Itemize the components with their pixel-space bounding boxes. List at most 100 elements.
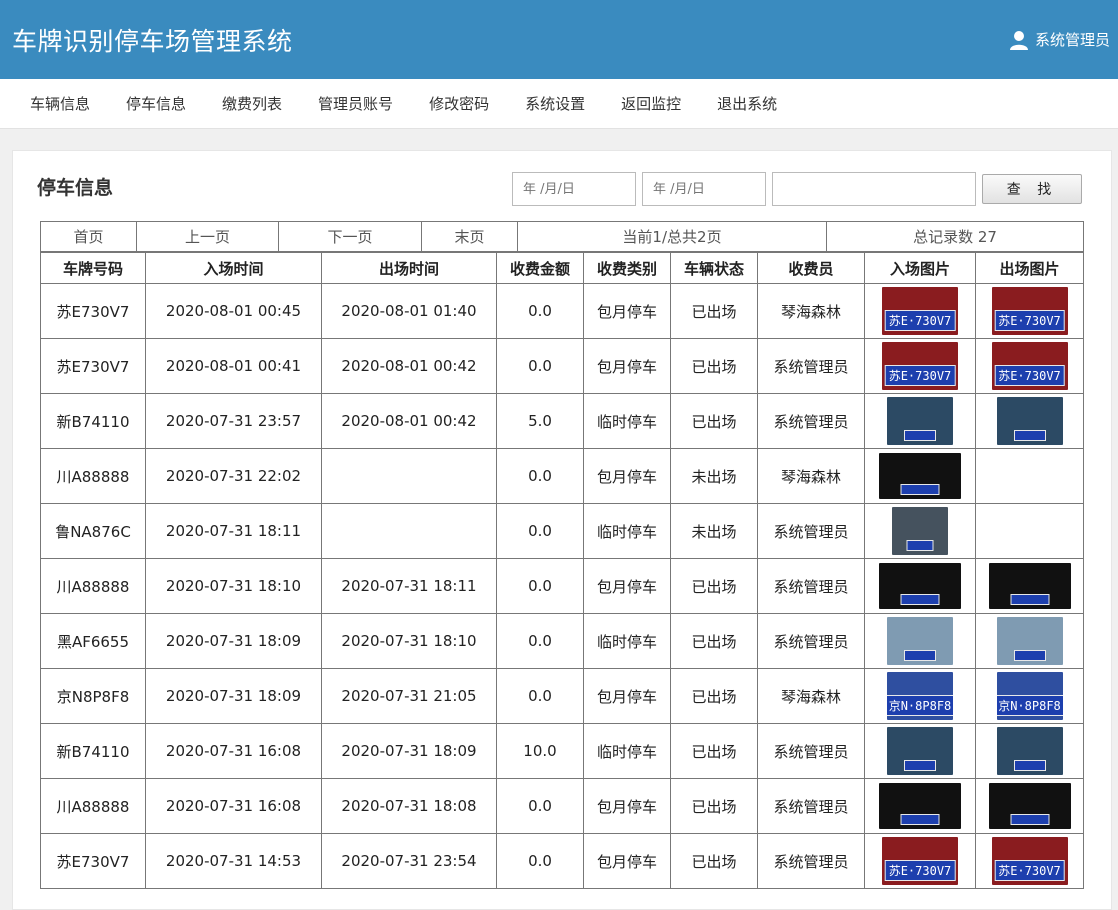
vehicle-photo[interactable]: 京N·8P8F8 [996,672,1063,720]
pager-last[interactable]: 末页 [421,221,518,252]
nav-item-password[interactable]: 修改密码 [429,93,489,114]
keyword-input[interactable] [772,172,976,206]
cell-plate: 川A88888 [40,448,146,504]
cell-fee: 5.0 [496,393,584,449]
nav-item-vehicle[interactable]: 车辆信息 [30,93,90,114]
plate-in-photo: 苏E·730V7 [994,310,1065,331]
cell-fee-type: 临时停车 [583,613,671,669]
cell-out-time: 2020-08-01 01:40 [321,283,497,339]
cell-plate: 新B74110 [40,393,146,449]
plate-in-photo [1013,760,1046,771]
cell-fee: 0.0 [496,833,584,889]
cell-out-time: 2020-07-31 18:09 [321,723,497,779]
cell-out-time: 2020-07-31 18:10 [321,613,497,669]
vehicle-photo[interactable] [988,563,1071,609]
cell-fee: 0.0 [496,558,584,614]
cell-out-image [975,558,1084,614]
cell-out-image: 苏E·730V7 [975,833,1084,889]
vehicle-photo[interactable] [892,507,948,555]
col-in-image: 入场图片 [864,252,976,284]
end-date-input[interactable] [642,172,766,206]
cell-in-time: 2020-07-31 18:11 [145,503,322,559]
vehicle-photo[interactable] [887,727,953,775]
vehicle-photo[interactable] [879,783,961,829]
vehicle-photo[interactable] [887,617,953,665]
start-date-input[interactable] [512,172,636,206]
cell-in-image [864,558,976,614]
cell-plate: 川A88888 [40,778,146,834]
vehicle-photo[interactable] [879,563,961,609]
cell-status: 已出场 [670,668,758,724]
cell-fee-type: 包月停车 [583,833,671,889]
cell-operator: 系统管理员 [757,503,865,559]
plate-in-photo [900,484,940,495]
vehicle-photo[interactable] [996,617,1063,665]
nav-item-settings[interactable]: 系统设置 [525,93,585,114]
cell-operator: 系统管理员 [757,613,865,669]
table-row: 新B74110 2020-07-31 16:08 2020-07-31 18:09 1… [40,723,1084,779]
nav-item-parking[interactable]: 停车信息 [126,93,186,114]
cell-in-image: 苏E·730V7 [864,833,976,889]
nav-item-monitor[interactable]: 返回监控 [621,93,681,114]
vehicle-photo[interactable]: 苏E·730V7 [991,287,1068,335]
cell-out-image: 京N·8P8F8 [975,668,1084,724]
cell-operator: 琴海森林 [757,668,865,724]
cell-out-time: 2020-08-01 00:42 [321,393,497,449]
vehicle-photo[interactable]: 苏E·730V7 [882,837,958,885]
cell-in-image [864,393,976,449]
vehicle-photo[interactable]: 苏E·730V7 [882,342,958,390]
search-button[interactable]: 查 找 [982,174,1082,204]
cell-status: 已出场 [670,558,758,614]
pager-prev[interactable]: 上一页 [136,221,279,252]
pager-next[interactable]: 下一页 [278,221,422,252]
col-status: 车辆状态 [670,252,758,284]
nav-item-payment[interactable]: 缴费列表 [222,93,282,114]
vehicle-photo[interactable] [996,397,1063,445]
cell-out-image [975,778,1084,834]
vehicle-photo[interactable] [879,453,961,499]
vehicle-photo[interactable] [988,783,1071,829]
vehicle-photo[interactable]: 苏E·730V7 [991,342,1068,390]
pager-first[interactable]: 首页 [40,221,137,252]
cell-operator: 琴海森林 [757,448,865,504]
vehicle-photo[interactable] [887,397,953,445]
plate-in-photo [904,760,936,771]
cell-out-image: 苏E·730V7 [975,283,1084,339]
pager-page-info: 当前1/总共2页 [517,221,827,252]
cell-fee-type: 临时停车 [583,503,671,559]
cell-in-image: 京N·8P8F8 [864,668,976,724]
plate-in-photo: 京N·8P8F8 [996,695,1063,716]
cell-fee-type: 包月停车 [583,778,671,834]
col-out-time: 出场时间 [321,252,497,284]
cell-fee-type: 包月停车 [583,668,671,724]
nav-item-admin[interactable]: 管理员账号 [318,93,393,114]
vehicle-photo[interactable]: 苏E·730V7 [882,287,958,335]
vehicle-photo[interactable]: 苏E·730V7 [991,837,1068,885]
main-nav: 车辆信息 停车信息 缴费列表 管理员账号 修改密码 系统设置 返回监控 退出系统 [0,79,1118,129]
cell-status: 未出场 [670,503,758,559]
user-menu[interactable]: 系统管理员 [1009,29,1110,50]
cell-in-time: 2020-07-31 18:09 [145,613,322,669]
cell-fee-type: 包月停车 [583,558,671,614]
cell-status: 已出场 [670,723,758,779]
vehicle-photo[interactable] [996,727,1063,775]
cell-fee: 0.0 [496,338,584,394]
nav-item-logout[interactable]: 退出系统 [717,93,777,114]
vehicle-photo[interactable]: 京N·8P8F8 [887,672,953,720]
cell-fee-type: 包月停车 [583,448,671,504]
col-fee: 收费金额 [496,252,584,284]
cell-out-image [975,503,1084,559]
search-bar: 查 找 [512,172,1082,206]
cell-in-time: 2020-07-31 16:08 [145,723,322,779]
cell-out-time: 2020-07-31 18:08 [321,778,497,834]
table-row: 新B74110 2020-07-31 23:57 2020-08-01 00:42 5… [40,393,1084,449]
col-plate: 车牌号码 [40,252,146,284]
cell-in-time: 2020-07-31 18:10 [145,558,322,614]
col-fee-type: 收费类别 [583,252,671,284]
plate-in-photo [1010,814,1049,825]
cell-out-image [975,448,1084,504]
table-row: 鲁NA876C 2020-07-31 18:11 0.0 临时停车 未出场 系统管理员 [40,503,1084,559]
cell-status: 已出场 [670,778,758,834]
plate-in-photo [900,594,940,605]
cell-fee: 0.0 [496,448,584,504]
